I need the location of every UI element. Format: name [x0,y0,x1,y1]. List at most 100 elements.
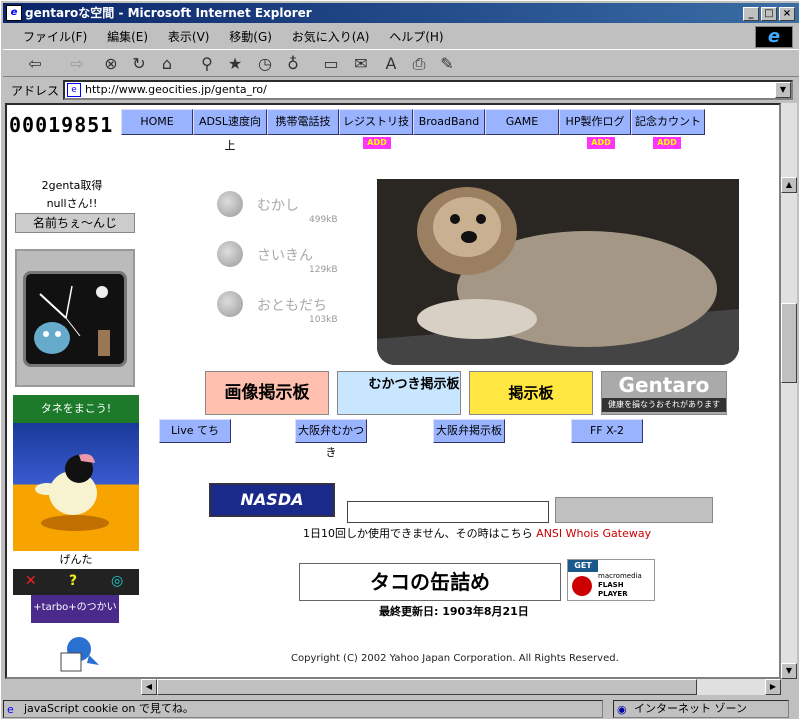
clock-cat-icon [34,285,110,356]
link-osaka-bbs[interactable]: 大阪弁掲示板 [433,419,505,443]
scroll-left-icon[interactable]: ◀ [141,679,157,695]
rename-button[interactable]: 名前ちぇ〜んじ [15,213,135,233]
whois-input[interactable] [347,501,549,523]
scroll-up-icon[interactable]: ▲ [781,177,797,193]
mail-icon[interactable]: ✉ [349,52,373,76]
home-icon[interactable]: ⌂ [155,52,179,76]
status-page-icon: e [7,703,14,716]
page-icon: e [67,83,81,97]
fullscreen-icon[interactable]: ▭ [319,52,343,76]
pet-scene [13,423,139,551]
menu-edit[interactable]: 編集(E) [99,25,156,48]
title-bar: e gentaroな空間 - Microsoft Internet Explor… [3,3,799,23]
tarbo-bird-icon [55,629,101,675]
stop-icon[interactable]: ⊗ [99,52,123,76]
horizontal-scrollbar[interactable]: ◀ ▶ [141,679,781,695]
ie-logo-icon: e [755,26,793,48]
status-text: e javaScript cookie on で見てね。 [3,700,603,718]
status-bar: e javaScript cookie on で見てね。 ◉ インターネット ゾ… [3,698,799,719]
vertical-scrollbar[interactable]: ▲ ▼ [781,103,797,679]
menu-dot-icon [217,241,243,267]
menu-view[interactable]: 表示(V) [160,25,218,48]
flash-get-label: GET [568,560,598,572]
menu-dot-icon [217,291,243,317]
favorites-icon[interactable]: ★ [223,52,247,76]
new-badge: ADD [363,137,391,149]
channels-icon[interactable]: ♁ [281,52,305,76]
address-dropdown-icon[interactable]: ▼ [775,82,791,98]
flash-flash-label: FLASH [598,581,624,589]
link-osaka-mukatsuki[interactable]: 大阪弁むかつき [295,419,367,459]
flash-player-label: PLAYER [598,590,628,598]
mukatsuki-bbs-banner[interactable]: むかつき掲示板 [337,371,461,415]
flash-macromedia-label: macromedia [598,572,642,580]
tane-header[interactable]: タネをまこう! [13,395,139,423]
horizontal-scroll-thumb[interactable] [157,679,697,695]
back-icon[interactable]: ⇦ [23,52,47,76]
refresh-icon[interactable]: ↻ [127,52,151,76]
flash-logo-icon [572,576,592,596]
window-title: gentaroな空間 - Microsoft Internet Explorer [25,6,312,20]
menu-dot-icon [217,191,243,217]
dog-photo [377,179,739,365]
search-icon[interactable]: ⚲ [195,52,219,76]
nav-game[interactable]: GAME [485,109,559,135]
menu-favorites[interactable]: お気に入り(A) [284,25,378,48]
pet-name: げんた [13,551,139,569]
forward-icon[interactable]: ⇨ [65,52,89,76]
flash-player-banner[interactable]: GET macromedia FLASH PLAYER [567,559,655,601]
pet-controls: ✕ ? ◎ [13,569,139,595]
font-icon[interactable]: A [379,52,403,76]
tarbo-guide-link[interactable]: +tarbo+のつかいかた [31,595,119,639]
ie-page-icon: e [6,5,22,21]
nav-broadband[interactable]: BroadBand [413,109,485,135]
nav-adsl[interactable]: ADSL速度向上 [193,109,267,152]
nav-registry[interactable]: レジストリ技 [339,109,413,135]
nav-mobile[interactable]: 携帯電話技 [267,109,339,135]
internet-zone-icon: ◉ [617,703,627,716]
scroll-right-icon[interactable]: ▶ [765,679,781,695]
address-input[interactable]: e http://www.geocities.jp/genta_ro/ ▼ [63,80,793,100]
pet-ok-icon[interactable]: ◎ [111,573,123,589]
browser-window: e gentaroな空間 - Microsoft Internet Explor… [0,0,800,720]
menu-file[interactable]: ファイル(F) [15,25,95,48]
tane-widget: タネをまこう! げんた ✕ ? ◎ [13,395,139,595]
link-ff-x2[interactable]: FF X-2 [571,419,643,443]
address-url: http://www.geocities.jp/genta_ro/ [85,83,267,96]
menu-help[interactable]: ヘルプ(H) [381,25,451,48]
pet-help-icon[interactable]: ? [69,573,77,589]
last-updated: 最終更新日: 1903年8月21日 [379,605,529,618]
maximize-button[interactable]: □ [761,7,777,21]
sidebar-line2: nullさん!! [46,197,98,210]
close-button[interactable]: × [779,7,795,21]
gentaro-title: Gentaro [618,373,710,397]
whois-note: 1日10回しか使用できません、その時はこちら ANSI Whois Gatewa… [303,527,652,540]
print-icon[interactable]: ⎙ [407,52,431,76]
minimize-button[interactable]: _ [743,7,759,21]
address-label: アドレス [11,84,60,98]
link-live-tech[interactable]: Live てち [159,419,231,443]
image-bbs-banner[interactable]: 画像掲示板 [205,371,329,415]
edit-icon[interactable]: ✎ [435,52,459,76]
vertical-scroll-thumb[interactable] [781,303,797,383]
bbs-banner[interactable]: 掲示板 [469,371,593,415]
gentaro-warning: 健康を損なうおそれがあります [602,398,726,412]
nav-anniversary[interactable]: 記念カウント [631,109,705,135]
scroll-down-icon[interactable]: ▼ [781,663,797,679]
address-bar: アドレス e http://www.geocities.jp/genta_ro/… [3,79,799,101]
nav-home[interactable]: HOME [121,109,193,135]
visitor-counter: 00019851 [9,113,114,137]
ansi-whois-link[interactable]: ANSI Whois Gateway [536,527,651,540]
gentaro-banner[interactable]: Gentaro 健康を損なうおそれがあります [601,371,727,415]
manga-banner[interactable]: タコの缶詰め [299,563,561,601]
menu-go[interactable]: 移動(G) [221,25,280,48]
new-badge: ADD [587,137,615,149]
menu-bar: ファイル(F) 編集(E) 表示(V) 移動(G) お気に入り(A) ヘルプ(H… [3,25,799,47]
history-icon[interactable]: ◷ [253,52,277,76]
nasda-banner[interactable]: NASDA [209,483,335,517]
copyright: Copyright (C) 2002 Yahoo Japan Corporati… [291,653,619,664]
whois-search-button[interactable] [555,497,713,523]
nav-hp-log[interactable]: HP製作ログ [559,109,631,135]
pet-cancel-icon[interactable]: ✕ [25,573,37,589]
status-zone: ◉ インターネット ゾーン [613,700,789,718]
